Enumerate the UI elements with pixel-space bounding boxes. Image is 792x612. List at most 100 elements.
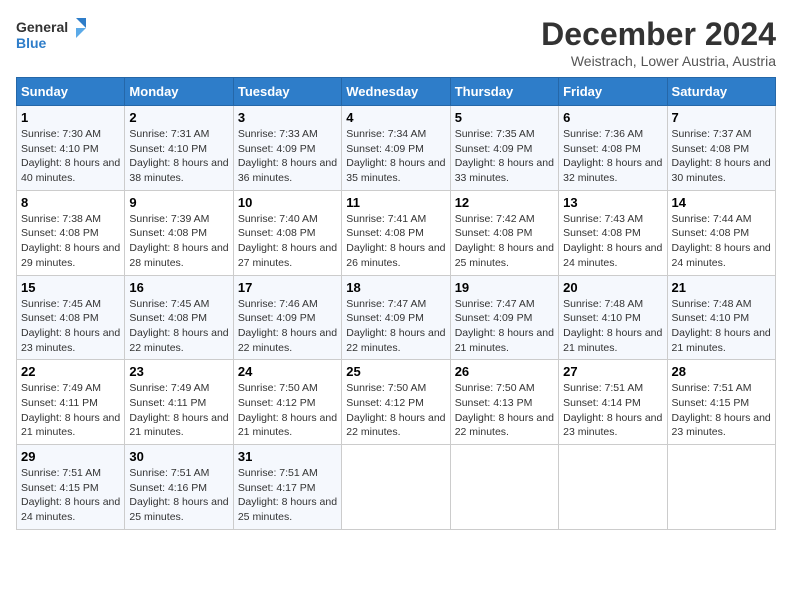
calendar-cell: 19 Sunrise: 7:47 AMSunset: 4:09 PMDaylig…: [450, 275, 558, 360]
cell-sunrise: Sunrise: 7:45 AMSunset: 4:08 PMDaylight:…: [21, 298, 120, 354]
calendar-cell: 27 Sunrise: 7:51 AMSunset: 4:14 PMDaylig…: [559, 360, 667, 445]
cell-sunrise: Sunrise: 7:45 AMSunset: 4:08 PMDaylight:…: [129, 298, 228, 354]
cell-sunrise: Sunrise: 7:50 AMSunset: 4:12 PMDaylight:…: [238, 382, 337, 438]
calendar-cell: 22 Sunrise: 7:49 AMSunset: 4:11 PMDaylig…: [17, 360, 125, 445]
day-number: 21: [672, 280, 771, 295]
calendar-cell: 24 Sunrise: 7:50 AMSunset: 4:12 PMDaylig…: [233, 360, 341, 445]
day-number: 12: [455, 195, 554, 210]
calendar-cell: [450, 445, 558, 530]
calendar-cell: [559, 445, 667, 530]
cell-sunrise: Sunrise: 7:49 AMSunset: 4:11 PMDaylight:…: [129, 382, 228, 438]
cell-sunrise: Sunrise: 7:30 AMSunset: 4:10 PMDaylight:…: [21, 128, 120, 184]
day-number: 14: [672, 195, 771, 210]
day-header-wednesday: Wednesday: [342, 78, 450, 106]
calendar-cell: [342, 445, 450, 530]
day-number: 26: [455, 364, 554, 379]
day-number: 29: [21, 449, 120, 464]
cell-sunrise: Sunrise: 7:36 AMSunset: 4:08 PMDaylight:…: [563, 128, 662, 184]
cell-sunrise: Sunrise: 7:41 AMSunset: 4:08 PMDaylight:…: [346, 213, 445, 269]
calendar-cell: 1 Sunrise: 7:30 AMSunset: 4:10 PMDayligh…: [17, 106, 125, 191]
day-header-friday: Friday: [559, 78, 667, 106]
calendar-cell: 16 Sunrise: 7:45 AMSunset: 4:08 PMDaylig…: [125, 275, 233, 360]
cell-sunrise: Sunrise: 7:51 AMSunset: 4:14 PMDaylight:…: [563, 382, 662, 438]
day-header-thursday: Thursday: [450, 78, 558, 106]
day-number: 24: [238, 364, 337, 379]
day-number: 13: [563, 195, 662, 210]
calendar-week-2: 8 Sunrise: 7:38 AMSunset: 4:08 PMDayligh…: [17, 190, 776, 275]
svg-text:General: General: [16, 19, 68, 35]
cell-sunrise: Sunrise: 7:33 AMSunset: 4:09 PMDaylight:…: [238, 128, 337, 184]
day-number: 1: [21, 110, 120, 125]
day-number: 5: [455, 110, 554, 125]
calendar-cell: 8 Sunrise: 7:38 AMSunset: 4:08 PMDayligh…: [17, 190, 125, 275]
calendar-cell: 4 Sunrise: 7:34 AMSunset: 4:09 PMDayligh…: [342, 106, 450, 191]
calendar-cell: 31 Sunrise: 7:51 AMSunset: 4:17 PMDaylig…: [233, 445, 341, 530]
day-number: 20: [563, 280, 662, 295]
day-number: 10: [238, 195, 337, 210]
calendar-cell: 12 Sunrise: 7:42 AMSunset: 4:08 PMDaylig…: [450, 190, 558, 275]
day-number: 16: [129, 280, 228, 295]
subtitle: Weistrach, Lower Austria, Austria: [541, 53, 776, 69]
day-number: 18: [346, 280, 445, 295]
cell-sunrise: Sunrise: 7:38 AMSunset: 4:08 PMDaylight:…: [21, 213, 120, 269]
calendar-week-4: 22 Sunrise: 7:49 AMSunset: 4:11 PMDaylig…: [17, 360, 776, 445]
day-header-monday: Monday: [125, 78, 233, 106]
header: General Blue December 2024 Weistrach, Lo…: [16, 16, 776, 69]
calendar-cell: 9 Sunrise: 7:39 AMSunset: 4:08 PMDayligh…: [125, 190, 233, 275]
calendar-table: SundayMondayTuesdayWednesdayThursdayFrid…: [16, 77, 776, 530]
calendar-cell: [667, 445, 775, 530]
cell-sunrise: Sunrise: 7:31 AMSunset: 4:10 PMDaylight:…: [129, 128, 228, 184]
calendar-cell: 14 Sunrise: 7:44 AMSunset: 4:08 PMDaylig…: [667, 190, 775, 275]
cell-sunrise: Sunrise: 7:44 AMSunset: 4:08 PMDaylight:…: [672, 213, 771, 269]
day-number: 23: [129, 364, 228, 379]
title-block: December 2024 Weistrach, Lower Austria, …: [541, 16, 776, 69]
cell-sunrise: Sunrise: 7:51 AMSunset: 4:15 PMDaylight:…: [672, 382, 771, 438]
cell-sunrise: Sunrise: 7:34 AMSunset: 4:09 PMDaylight:…: [346, 128, 445, 184]
calendar-week-3: 15 Sunrise: 7:45 AMSunset: 4:08 PMDaylig…: [17, 275, 776, 360]
cell-sunrise: Sunrise: 7:40 AMSunset: 4:08 PMDaylight:…: [238, 213, 337, 269]
cell-sunrise: Sunrise: 7:42 AMSunset: 4:08 PMDaylight:…: [455, 213, 554, 269]
logo-svg: General Blue: [16, 16, 86, 52]
calendar-cell: 11 Sunrise: 7:41 AMSunset: 4:08 PMDaylig…: [342, 190, 450, 275]
calendar-cell: 3 Sunrise: 7:33 AMSunset: 4:09 PMDayligh…: [233, 106, 341, 191]
calendar-header-row: SundayMondayTuesdayWednesdayThursdayFrid…: [17, 78, 776, 106]
calendar-cell: 13 Sunrise: 7:43 AMSunset: 4:08 PMDaylig…: [559, 190, 667, 275]
cell-sunrise: Sunrise: 7:39 AMSunset: 4:08 PMDaylight:…: [129, 213, 228, 269]
calendar-cell: 30 Sunrise: 7:51 AMSunset: 4:16 PMDaylig…: [125, 445, 233, 530]
day-header-saturday: Saturday: [667, 78, 775, 106]
calendar-week-1: 1 Sunrise: 7:30 AMSunset: 4:10 PMDayligh…: [17, 106, 776, 191]
calendar-cell: 20 Sunrise: 7:48 AMSunset: 4:10 PMDaylig…: [559, 275, 667, 360]
day-number: 19: [455, 280, 554, 295]
day-number: 15: [21, 280, 120, 295]
day-number: 17: [238, 280, 337, 295]
day-number: 25: [346, 364, 445, 379]
day-number: 30: [129, 449, 228, 464]
calendar-cell: 23 Sunrise: 7:49 AMSunset: 4:11 PMDaylig…: [125, 360, 233, 445]
day-number: 4: [346, 110, 445, 125]
calendar-cell: 26 Sunrise: 7:50 AMSunset: 4:13 PMDaylig…: [450, 360, 558, 445]
calendar-cell: 7 Sunrise: 7:37 AMSunset: 4:08 PMDayligh…: [667, 106, 775, 191]
cell-sunrise: Sunrise: 7:37 AMSunset: 4:08 PMDaylight:…: [672, 128, 771, 184]
cell-sunrise: Sunrise: 7:50 AMSunset: 4:13 PMDaylight:…: [455, 382, 554, 438]
day-number: 8: [21, 195, 120, 210]
cell-sunrise: Sunrise: 7:43 AMSunset: 4:08 PMDaylight:…: [563, 213, 662, 269]
day-number: 11: [346, 195, 445, 210]
calendar-cell: 10 Sunrise: 7:40 AMSunset: 4:08 PMDaylig…: [233, 190, 341, 275]
calendar-cell: 15 Sunrise: 7:45 AMSunset: 4:08 PMDaylig…: [17, 275, 125, 360]
day-number: 3: [238, 110, 337, 125]
cell-sunrise: Sunrise: 7:48 AMSunset: 4:10 PMDaylight:…: [672, 298, 771, 354]
calendar-cell: 21 Sunrise: 7:48 AMSunset: 4:10 PMDaylig…: [667, 275, 775, 360]
day-number: 27: [563, 364, 662, 379]
day-number: 22: [21, 364, 120, 379]
day-number: 7: [672, 110, 771, 125]
cell-sunrise: Sunrise: 7:51 AMSunset: 4:17 PMDaylight:…: [238, 467, 337, 523]
svg-text:Blue: Blue: [16, 35, 47, 51]
day-number: 28: [672, 364, 771, 379]
calendar-week-5: 29 Sunrise: 7:51 AMSunset: 4:15 PMDaylig…: [17, 445, 776, 530]
calendar-cell: 5 Sunrise: 7:35 AMSunset: 4:09 PMDayligh…: [450, 106, 558, 191]
cell-sunrise: Sunrise: 7:48 AMSunset: 4:10 PMDaylight:…: [563, 298, 662, 354]
logo: General Blue: [16, 16, 86, 52]
calendar-cell: 6 Sunrise: 7:36 AMSunset: 4:08 PMDayligh…: [559, 106, 667, 191]
cell-sunrise: Sunrise: 7:47 AMSunset: 4:09 PMDaylight:…: [455, 298, 554, 354]
day-number: 6: [563, 110, 662, 125]
